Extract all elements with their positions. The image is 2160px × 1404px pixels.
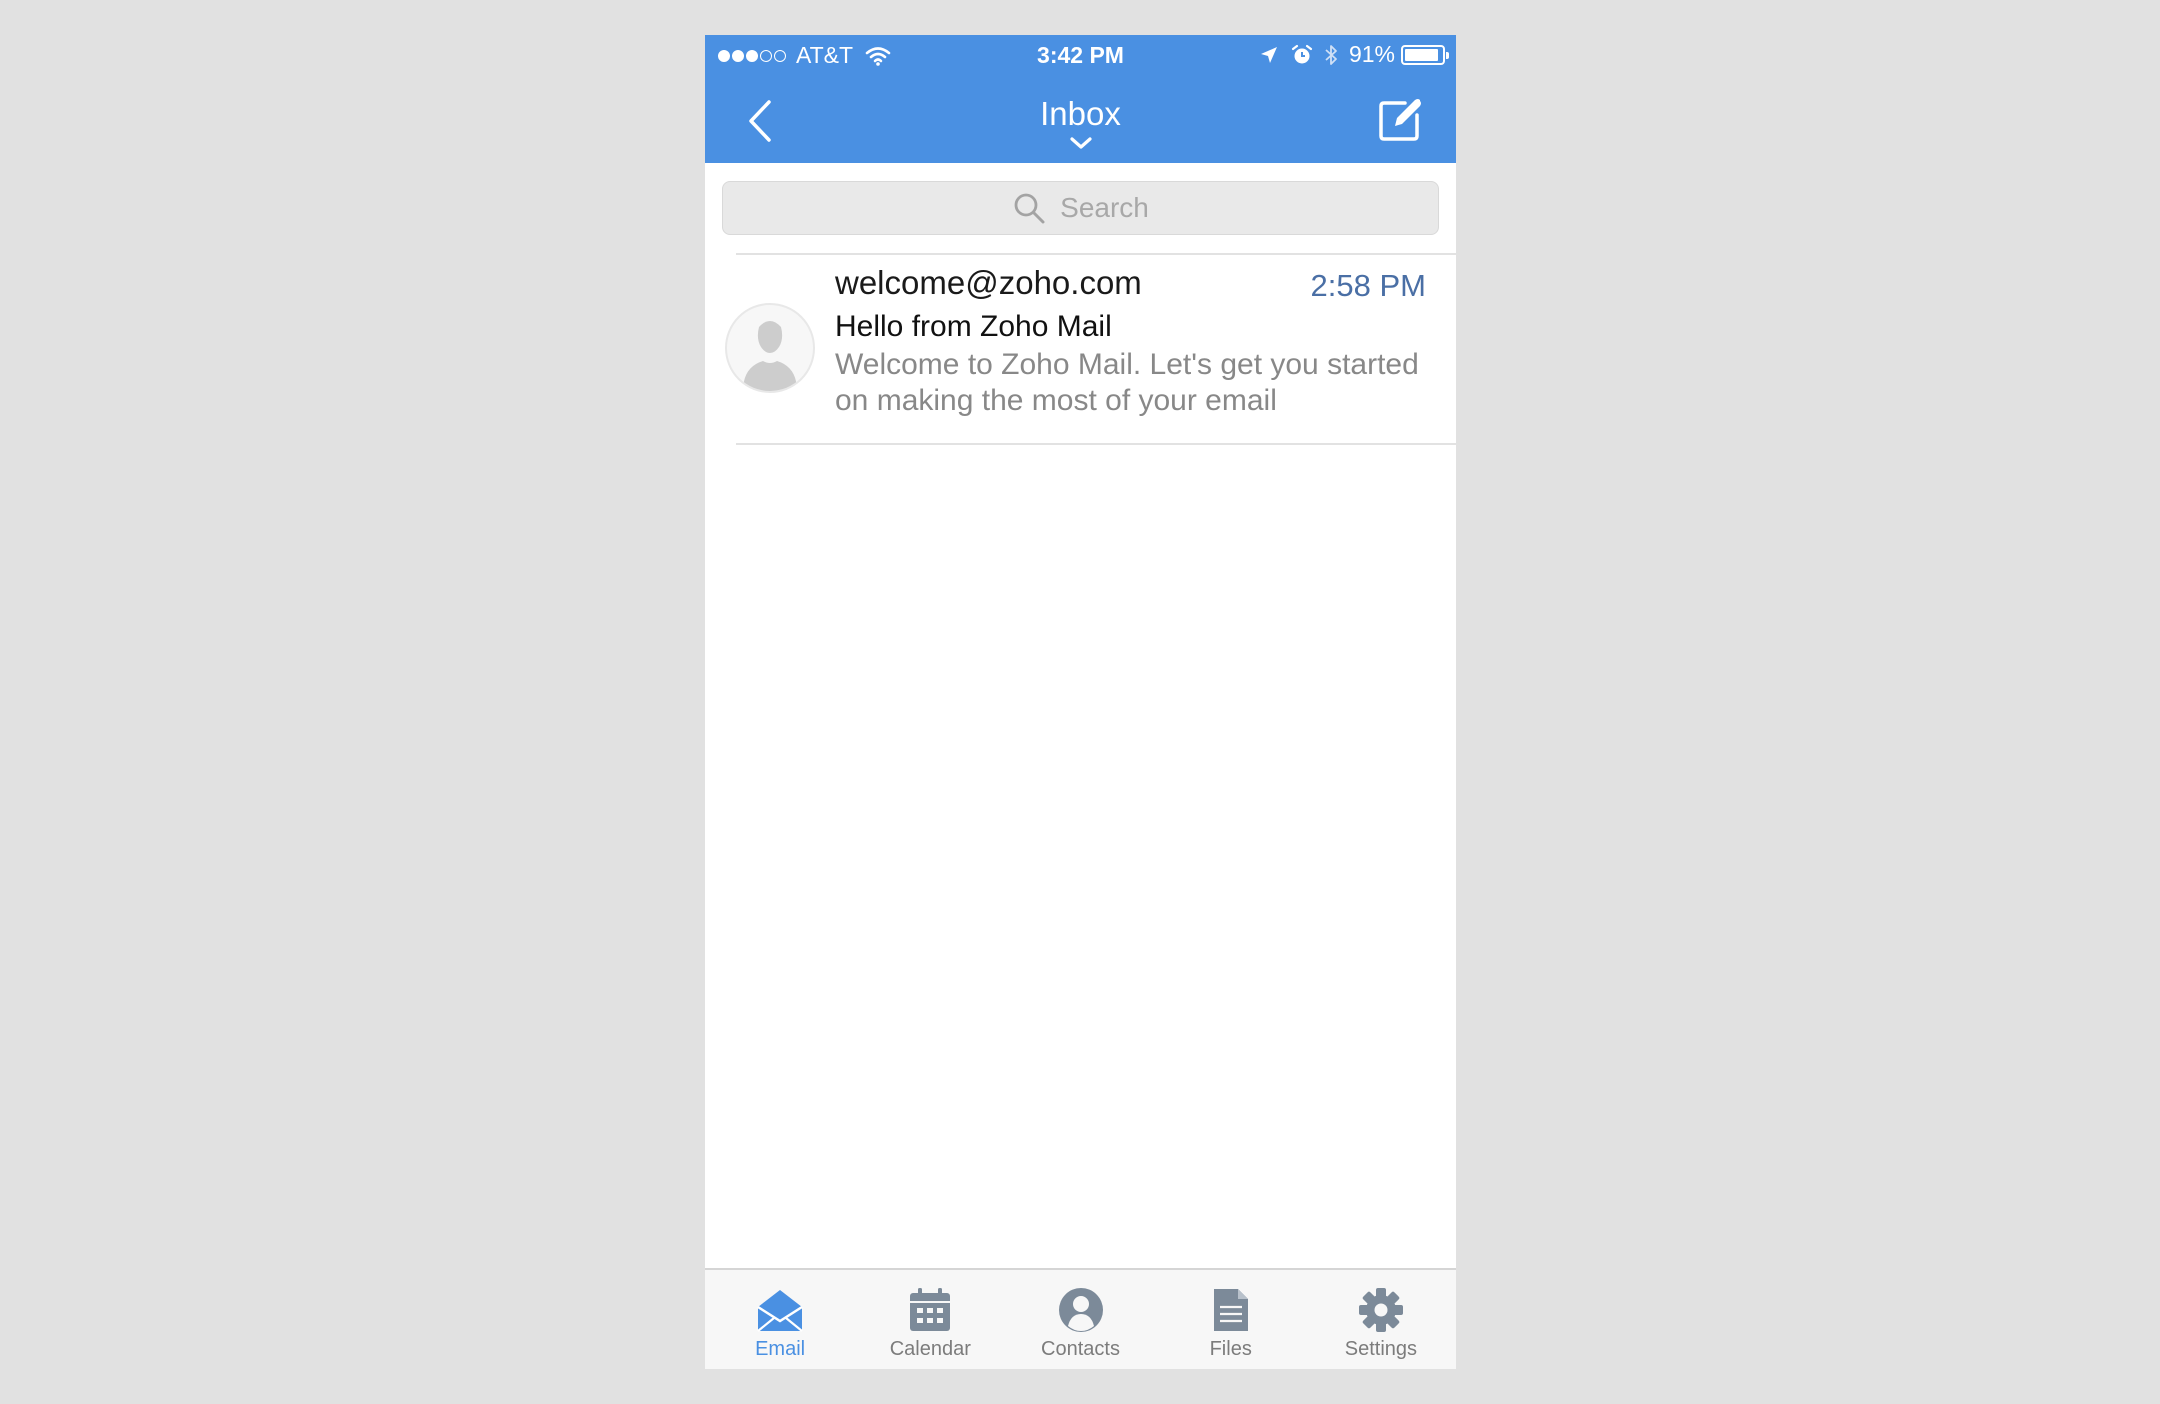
envelope-icon: [757, 1290, 803, 1332]
search-input[interactable]: Search: [722, 181, 1439, 235]
tab-label: Calendar: [889, 1338, 971, 1360]
message-time: 2:58 PM: [1310, 268, 1426, 303]
message-subject: Hello from Zoho Mail: [835, 310, 1112, 343]
inbox-title[interactable]: Inbox: [955, 95, 1206, 133]
message-list-item[interactable]: welcome@zoho.com 2:58 PM Hello from Zoho…: [705, 254, 1456, 442]
gear-icon: [1358, 1288, 1403, 1332]
search-icon: [1014, 193, 1045, 224]
person-silhouette-icon: [743, 321, 797, 391]
tab-files[interactable]: Files: [1156, 1270, 1306, 1369]
bluetooth-icon: [1325, 44, 1337, 65]
status-right: 91%: [1259, 41, 1449, 68]
tab-email[interactable]: Email: [705, 1270, 855, 1369]
message-sender: welcome@zoho.com: [835, 264, 1142, 301]
battery-icon: [1401, 44, 1449, 65]
list-divider: [736, 443, 1456, 445]
tab-label: Contacts: [1041, 1338, 1120, 1360]
back-button[interactable]: [740, 95, 780, 147]
tab-bar: Email Calendar Contacts Files Settings: [705, 1268, 1456, 1369]
tab-settings[interactable]: Settings: [1306, 1270, 1456, 1369]
search-placeholder: Search: [1060, 192, 1149, 223]
tab-label: Files: [1209, 1338, 1252, 1360]
calendar-icon: [910, 1288, 951, 1331]
phone-screen: AT&T 3:42 PM 91% Inbox Search welcome@zo…: [705, 35, 1456, 1369]
avatar: [725, 303, 815, 393]
location-arrow-icon: [1260, 46, 1277, 63]
message-preview: Welcome to Zoho Mail. Let's get you star…: [835, 348, 1419, 417]
tab-contacts[interactable]: Contacts: [1005, 1270, 1155, 1369]
compose-icon[interactable]: [1375, 93, 1427, 145]
header-bar: AT&T 3:42 PM 91% Inbox: [705, 35, 1456, 163]
tab-calendar[interactable]: Calendar: [855, 1270, 1005, 1369]
status-bar: AT&T 3:42 PM 91%: [705, 35, 1456, 75]
tab-label: Email: [755, 1338, 806, 1360]
chevron-down-icon[interactable]: [1067, 135, 1095, 153]
battery-percent: 91%: [1348, 41, 1395, 67]
battery-level: [1405, 48, 1438, 61]
chevron-left-icon: [749, 100, 771, 142]
file-icon: [1213, 1289, 1248, 1331]
alarm-icon: [1291, 44, 1313, 63]
tab-label: Settings: [1344, 1338, 1418, 1360]
person-icon: [1058, 1288, 1103, 1332]
